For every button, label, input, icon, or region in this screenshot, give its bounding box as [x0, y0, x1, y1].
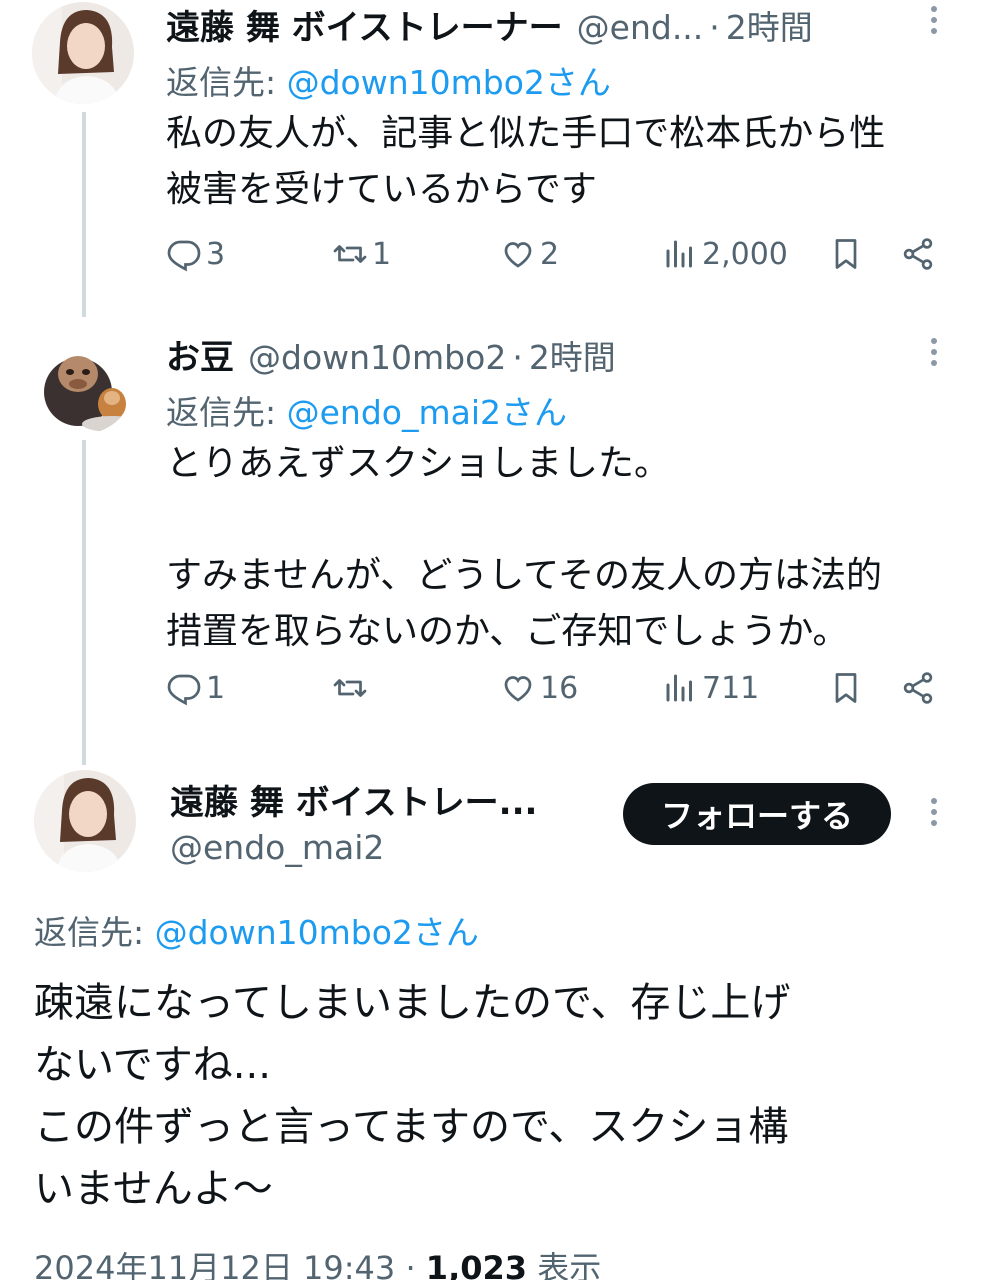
share-button[interactable]: [900, 236, 936, 272]
tweet-header: 遠藤 舞 ボイストレーナー @end... · 2時間: [166, 0, 813, 49]
avatar[interactable]: [32, 332, 134, 434]
reply-icon: [167, 240, 201, 272]
tweet-meta: 2024年11月12日 19:43 · 1,023 表示: [34, 1243, 601, 1280]
like-button[interactable]: 16: [500, 670, 578, 706]
action-bar: 3 1 2 2,000: [166, 236, 946, 286]
share-icon: [903, 238, 933, 270]
reply-button[interactable]: 1: [166, 670, 225, 706]
timestamp[interactable]: 2時間: [726, 1, 813, 49]
share-icon: [903, 672, 933, 704]
timestamp[interactable]: 2時間: [529, 331, 616, 379]
like-count: 16: [540, 670, 579, 706]
reply-to-mention[interactable]: @down10mbo2さん: [287, 63, 611, 102]
reply-icon: [167, 674, 201, 706]
follow-button[interactable]: フォローする: [623, 783, 891, 845]
views-icon: [666, 240, 692, 268]
reply-to: 返信先: @endo_mai2さん: [166, 386, 567, 434]
bookmark-icon: [835, 673, 857, 703]
like-button[interactable]: 2: [500, 236, 559, 272]
retweet-button[interactable]: 1: [332, 236, 391, 272]
retweet-icon: [333, 245, 367, 263]
more-icon[interactable]: [929, 798, 939, 831]
author-handle[interactable]: @end...: [577, 8, 704, 47]
tweet-text: とりあえずスクショしました。 すみませんが、どうしてその友人の方は法的 措置を取…: [166, 443, 883, 652]
reply-button[interactable]: 3: [166, 236, 225, 272]
reply-to-mention[interactable]: @endo_mai2さん: [287, 393, 567, 432]
views-button[interactable]: 2,000: [662, 236, 788, 272]
tweet-thread-page: 遠藤 舞 ボイストレーナー @end... · 2時間 返信先: @down10…: [0, 0, 988, 1280]
separator: ·: [709, 8, 720, 47]
separator: ·: [405, 1249, 416, 1280]
author-name[interactable]: 遠藤 舞 ボイストレーナー: [166, 0, 563, 49]
more-icon[interactable]: [929, 338, 939, 371]
tweet-text: 疎遠になってしまいましたので、存じ上げ ないですね... この件ずっと言ってます…: [34, 980, 791, 1212]
thread-line: [82, 112, 86, 317]
separator: ·: [512, 338, 523, 377]
reply-count: 3: [206, 236, 226, 272]
thread-line: [82, 440, 86, 765]
views-count: 2,000: [702, 236, 788, 272]
tweet-header: お豆 @down10mbo2 · 2時間: [166, 330, 616, 379]
retweet-count: 1: [372, 236, 392, 272]
views-count: 711: [702, 670, 760, 706]
author-name[interactable]: お豆: [166, 330, 234, 379]
reply-to-label: 返信先:: [166, 393, 287, 432]
reply-to: 返信先: @down10mbo2さん: [34, 906, 479, 954]
author-name[interactable]: 遠藤 舞 ボイストレー...: [170, 775, 537, 824]
views-icon: [666, 674, 692, 702]
bookmark-icon: [835, 239, 857, 269]
like-count: 2: [540, 236, 560, 272]
views-button[interactable]: 711: [662, 670, 759, 706]
retweet-button[interactable]: [332, 670, 372, 706]
author-handle[interactable]: @endo_mai2: [170, 828, 384, 867]
action-bar: 1 16 711: [166, 670, 946, 720]
reply-to-mention[interactable]: @down10mbo2さん: [155, 913, 479, 952]
bookmark-button[interactable]: [828, 236, 864, 272]
reply-count: 1: [206, 670, 226, 706]
like-icon: [504, 676, 532, 702]
reply-to-label: 返信先:: [34, 913, 155, 952]
reply-to-label: 返信先:: [166, 63, 287, 102]
tweet-text: 私の友人が、記事と似た手口で松本氏から性 被害を受けているからです: [166, 113, 886, 210]
avatar[interactable]: [34, 770, 136, 872]
retweet-icon: [333, 679, 367, 697]
view-label: 表示: [537, 1249, 602, 1280]
avatar[interactable]: [32, 2, 134, 104]
tweet-date[interactable]: 2024年11月12日 19:43: [34, 1249, 395, 1280]
author-handle[interactable]: @down10mbo2: [248, 338, 506, 377]
view-count: 1,023: [425, 1249, 528, 1280]
bookmark-button[interactable]: [828, 670, 864, 706]
like-icon: [504, 242, 532, 268]
reply-to: 返信先: @down10mbo2さん: [166, 56, 611, 104]
more-icon[interactable]: [929, 6, 939, 39]
share-button[interactable]: [900, 670, 936, 706]
